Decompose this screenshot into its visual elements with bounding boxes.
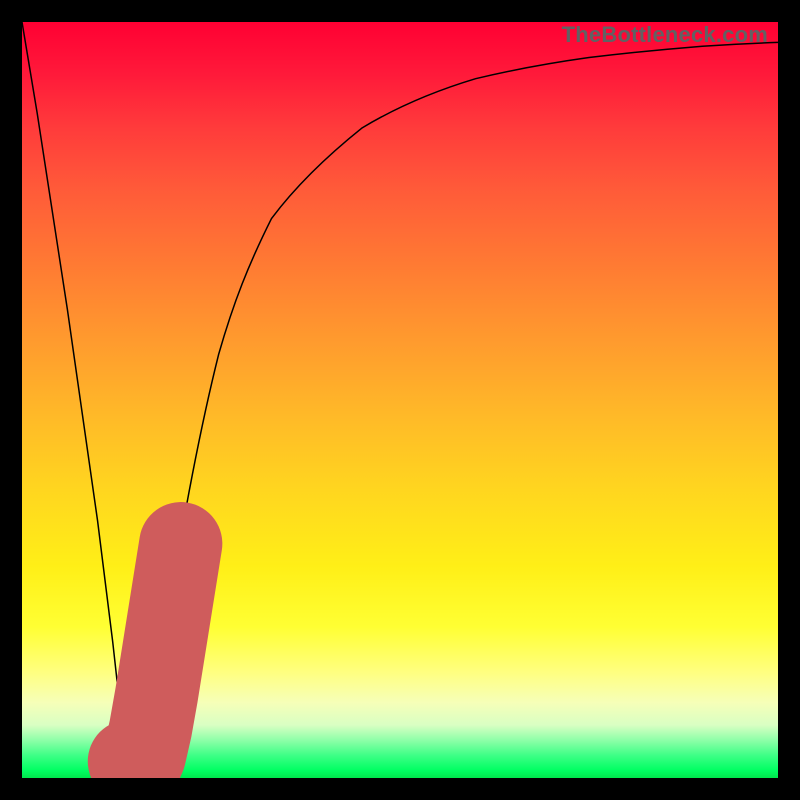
- chart-frame: TheBottleneck.com: [0, 0, 800, 800]
- highlight-segment: [129, 544, 180, 769]
- plot-area: TheBottleneck.com: [22, 22, 778, 778]
- curve-layer: [22, 22, 778, 778]
- watermark-text: TheBottleneck.com: [562, 22, 768, 48]
